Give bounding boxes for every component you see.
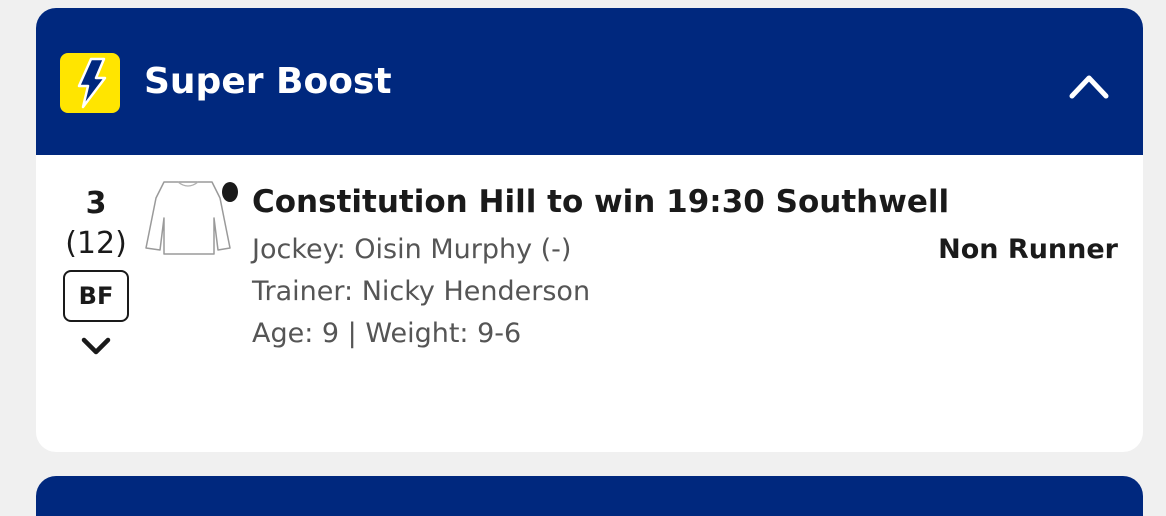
jockey-silk-icon <box>142 178 238 258</box>
draw-number: (12) <box>65 226 127 261</box>
bf-badge: BF <box>63 270 129 322</box>
runner-number: 3 <box>85 186 107 221</box>
card-title: Super Boost <box>144 61 392 102</box>
trainer-info: Trainer: Nicky Henderson <box>252 276 591 307</box>
super-boost-card: Super Boost 3 (12) BF Constitution Hill … <box>36 8 1143 452</box>
chevron-down-icon[interactable] <box>76 332 116 362</box>
jockey-info: Jockey: Oisin Murphy (-) <box>252 234 572 265</box>
next-card-header[interactable] <box>36 476 1143 516</box>
selection-title: Constitution Hill to win 19:30 Southwell <box>252 184 950 220</box>
runner-status: Non Runner <box>938 234 1118 265</box>
card-header[interactable]: Super Boost <box>36 8 1143 155</box>
lightning-bolt-icon <box>60 53 120 113</box>
chevron-up-icon[interactable] <box>1066 64 1112 104</box>
age-weight-info: Age: 9 | Weight: 9-6 <box>252 318 522 349</box>
runner-number-column: 3 (12) BF <box>60 184 132 362</box>
